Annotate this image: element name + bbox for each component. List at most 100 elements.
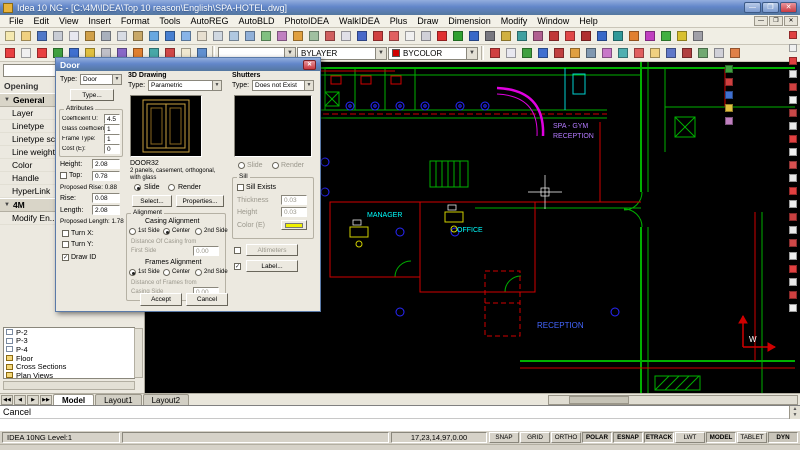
tree-item-p-4[interactable]: P-4 [4,345,134,354]
toolbar-icon[interactable] [34,29,49,43]
shutters-render-radio[interactable] [272,162,279,169]
close-button[interactable]: ✕ [780,2,797,13]
toolbar-icon[interactable] [258,29,273,43]
tree-item-p-2[interactable]: P-2 [4,328,134,337]
select-button[interactable]: Select... [132,195,172,207]
toolbar-icon[interactable] [787,237,798,248]
turn-y-checkbox[interactable] [62,241,69,248]
toolbar-icon[interactable] [599,46,614,60]
toolbar-icon[interactable] [487,46,502,60]
toolbar-icon[interactable] [723,63,734,74]
menu-window[interactable]: Window [532,15,574,28]
titlebar[interactable]: Idea 10 NG - [C:\4M\IDEA\Top 10 reason\E… [0,0,800,15]
scrollbar-thumb[interactable] [569,396,629,404]
tree-hscrollbar[interactable] [3,381,135,390]
menu-insert[interactable]: Insert [83,15,116,28]
casing-1st-radio[interactable] [129,228,136,235]
toolbar-icon[interactable] [482,29,497,43]
toolbar-icon[interactable] [787,224,798,235]
tab-first-button[interactable]: ◀◀ [1,395,13,405]
toolbar-icon[interactable] [306,29,321,43]
toolbar-icon[interactable] [723,115,734,126]
status-toggle-grid[interactable]: GRID [520,432,550,443]
toolbar-icon[interactable] [519,46,534,60]
altimeters-checkbox[interactable] [234,247,241,254]
toolbar-icon[interactable] [434,29,449,43]
toolbar-icon[interactable] [674,29,689,43]
toolbar-icon[interactable] [787,198,798,209]
type-button[interactable]: Type... [70,89,114,101]
toolbar-icon[interactable] [787,29,798,40]
tab-prev-button[interactable]: ◀ [14,395,26,405]
toolbar-icon[interactable] [98,29,113,43]
tree-scrollbar[interactable] [134,328,143,378]
attribute-value-field[interactable]: 0 [104,144,120,154]
menu-modify[interactable]: Modify [496,15,533,28]
toolbar-icon[interactable] [370,29,385,43]
toolbar-icon[interactable] [50,29,65,43]
toolbar-icon[interactable] [290,29,305,43]
command-window[interactable]: Cancel ▲▼ [0,405,800,430]
attribute-value-field[interactable]: 1 [104,134,120,144]
toolbar-icon[interactable] [787,211,798,222]
length-field[interactable]: 2.08 [92,205,120,215]
sill-thickness-field[interactable]: 0.03 [281,195,307,205]
menu-draw[interactable]: Draw [412,15,443,28]
toolbar-icon[interactable] [402,29,417,43]
menu-walkidea[interactable]: WalkIDEA [334,15,385,28]
top-field[interactable]: 0.78 [92,171,120,181]
tree-item-cross-sections[interactable]: Cross Sections [4,362,134,371]
toolbar-icon[interactable] [787,55,798,66]
toolbar-icon[interactable] [578,29,593,43]
toolbar-icon[interactable] [787,94,798,105]
status-toggle-model[interactable]: MODEL [706,432,736,443]
toolbar-icon[interactable] [226,29,241,43]
toolbar-icon[interactable] [723,76,734,87]
dialog-close-button[interactable]: ✕ [303,60,316,70]
toolbar-icon[interactable] [338,29,353,43]
menu-autoreg[interactable]: AutoREG [185,15,233,28]
tab-last-button[interactable]: ▶▶ [40,395,52,405]
toolbar-icon[interactable] [114,29,129,43]
casing-2nd-radio[interactable] [195,228,202,235]
slide-radio[interactable] [134,184,141,191]
doc-restore-button[interactable]: ❐ [769,16,783,26]
tab-layout2[interactable]: Layout2 [143,394,189,405]
toolbar-icon[interactable] [631,46,646,60]
chevron-down-icon[interactable]: ▼ [466,48,477,59]
status-toggle-ortho[interactable]: ORTHO [551,432,581,443]
toolbar-icon[interactable] [642,29,657,43]
toolbar-icon[interactable] [663,46,678,60]
status-toggle-esnap[interactable]: ESNAP [613,432,643,443]
door-type-dropdown[interactable]: Door▼ [80,74,122,85]
tab-layout1[interactable]: Layout1 [95,394,141,405]
toolbar-icon[interactable] [594,29,609,43]
label-checkbox[interactable] [234,263,241,270]
toolbar-icon[interactable] [787,68,798,79]
toolbar-icon[interactable] [711,46,726,60]
doc-minimize-button[interactable]: — [754,16,768,26]
status-toggle-etrack[interactable]: ETRACK [644,432,674,443]
status-toggle-dyn[interactable]: DYN [768,432,798,443]
rise-field[interactable]: 0.08 [92,193,120,203]
label-button[interactable]: Label... [246,260,298,272]
toolbar-icon[interactable] [787,107,798,118]
toolbar-icon[interactable] [551,46,566,60]
tree-item-floor[interactable]: Floor [4,354,134,363]
status-toggle-tablet[interactable]: TABLET [737,432,767,443]
toolbar-icon[interactable] [787,133,798,144]
tree-item-plan-views[interactable]: Plan Views [4,371,134,379]
toolbar-icon[interactable] [787,120,798,131]
toolbar-icon[interactable] [695,46,710,60]
tab-next-button[interactable]: ▶ [27,395,39,405]
sill-exists-checkbox[interactable] [237,184,244,191]
toolbar-icon[interactable] [18,29,33,43]
toolbar-icon[interactable] [386,29,401,43]
toolbar-icon[interactable] [34,46,49,60]
draw-id-checkbox[interactable] [62,254,69,261]
toolbar-icon[interactable] [546,29,561,43]
toolbar-icon[interactable] [82,29,97,43]
menu-photoidea[interactable]: PhotoIDEA [280,15,335,28]
toolbar-icon[interactable] [727,46,742,60]
toolbar-icon[interactable] [535,46,550,60]
